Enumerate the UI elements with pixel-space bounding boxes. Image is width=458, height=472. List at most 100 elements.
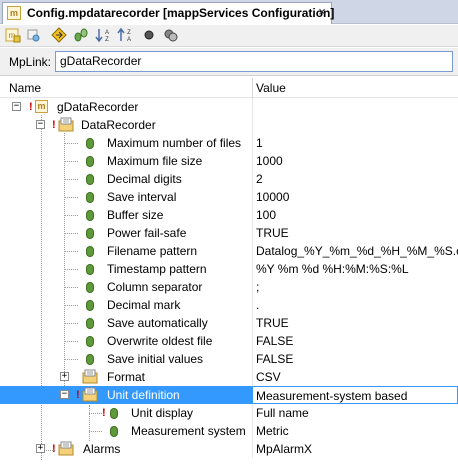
parameter-icon bbox=[86, 336, 94, 347]
value-text: 1 bbox=[256, 136, 263, 150]
column-header-value[interactable]: Value bbox=[256, 81, 286, 95]
value-text: Measurement-system based bbox=[256, 389, 408, 403]
value-text: 2 bbox=[256, 172, 263, 186]
tree-item-label: Decimal digits bbox=[107, 172, 182, 186]
value-cell[interactable]: TRUE bbox=[252, 224, 458, 242]
refresh-icon[interactable] bbox=[162, 27, 180, 45]
tree-line bbox=[64, 359, 78, 360]
column-divider[interactable] bbox=[252, 78, 253, 98]
parameter-icon bbox=[86, 174, 94, 185]
value-cell[interactable]: MpAlarmX bbox=[252, 440, 458, 458]
tree-item-label: Format bbox=[107, 370, 146, 384]
tree-row-param[interactable]: Decimal digits 2 bbox=[0, 170, 458, 188]
value-cell[interactable]: . bbox=[252, 296, 458, 314]
parameter-group-icon bbox=[58, 117, 74, 132]
tab-bar: m Config.mpdatarecorder [mappServices Co… bbox=[0, 0, 458, 24]
tree-item-label: Save initial values bbox=[107, 352, 204, 366]
value-cell[interactable]: CSV bbox=[252, 368, 458, 386]
tree-item-label: Unit display bbox=[131, 406, 194, 420]
tree-item-label: Unit definition bbox=[107, 388, 180, 402]
value-cell[interactable]: %Y %m %d %H:%M:%S:%L bbox=[252, 260, 458, 278]
parameter-icon bbox=[86, 138, 94, 149]
value-cell[interactable]: TRUE bbox=[252, 314, 458, 332]
tree-line bbox=[64, 233, 78, 234]
value-cell[interactable]: 1 bbox=[252, 134, 458, 152]
tree-row-param[interactable]: Measurement system Metric bbox=[0, 422, 458, 440]
tree-row-format[interactable]: + Format CSV bbox=[0, 368, 458, 386]
tree-item-label: Maximum file size bbox=[107, 154, 203, 168]
value-text: 10000 bbox=[256, 190, 290, 204]
config-icon[interactable]: m bbox=[4, 27, 22, 45]
parameter-group-icon bbox=[82, 387, 98, 402]
required-marker: ! bbox=[29, 101, 33, 113]
value-text: FALSE bbox=[256, 352, 294, 366]
sort-ascending-icon[interactable]: ZA bbox=[116, 27, 134, 45]
tree-item-label: Alarms bbox=[83, 442, 121, 456]
tree-row-param[interactable]: Timestamp pattern %Y %m %d %H:%M:%S:%L bbox=[0, 260, 458, 278]
expand-icon[interactable]: + bbox=[36, 444, 45, 453]
tree-row-datarecorder[interactable]: − ! DataRecorder bbox=[0, 116, 458, 134]
value-cell[interactable] bbox=[252, 98, 458, 116]
mplink-row: MpLink: gDataRecorder bbox=[0, 48, 458, 76]
properties-icon[interactable] bbox=[24, 27, 42, 45]
sort-descending-icon[interactable]: AZ bbox=[94, 27, 112, 45]
value-cell[interactable]: Metric bbox=[252, 422, 458, 440]
navigate-icon[interactable] bbox=[50, 27, 68, 45]
value-cell[interactable]: Datalog_%Y_%m_%d_%H_%M_%S.csv bbox=[252, 242, 458, 260]
value-cell[interactable]: 100 bbox=[252, 206, 458, 224]
tree-row-root[interactable]: − ! m gDataRecorder bbox=[0, 98, 458, 116]
tree-item-label: gDataRecorder bbox=[57, 100, 139, 114]
tree-line bbox=[64, 287, 78, 288]
tab-config-mpdatarecorder[interactable]: m Config.mpdatarecorder [mappServices Co… bbox=[2, 2, 334, 24]
expand-icon[interactable]: + bbox=[60, 372, 69, 381]
value-cell[interactable]: 2 bbox=[252, 170, 458, 188]
tree-row-param[interactable]: ! Unit display Full name bbox=[0, 404, 458, 422]
tree-row-unit-definition[interactable]: − ! Unit definition Measurement-system b… bbox=[0, 386, 458, 404]
value-cell[interactable]: 1000 bbox=[252, 152, 458, 170]
collapse-icon[interactable]: − bbox=[12, 102, 21, 111]
value-cell[interactable]: FALSE bbox=[252, 332, 458, 350]
value-cell[interactable]: 10000 bbox=[252, 188, 458, 206]
tree-row-param[interactable]: Decimal mark . bbox=[0, 296, 458, 314]
tree-item-label: Timestamp pattern bbox=[107, 262, 207, 276]
value-cell[interactable] bbox=[252, 116, 458, 134]
tree-row-param[interactable]: Buffer size 100 bbox=[0, 206, 458, 224]
record-icon[interactable] bbox=[140, 27, 158, 45]
parameter-icon bbox=[86, 210, 94, 221]
close-icon[interactable]: × bbox=[315, 5, 329, 19]
tree-row-param[interactable]: Power fail-safe TRUE bbox=[0, 224, 458, 242]
tree-row-param[interactable]: Save initial values FALSE bbox=[0, 350, 458, 368]
tree-row-param[interactable]: Overwrite oldest file FALSE bbox=[0, 332, 458, 350]
tree-item-label: Overwrite oldest file bbox=[107, 334, 213, 348]
tree-item-label: Column separator bbox=[107, 280, 203, 294]
tree-row-param[interactable]: Maximum file size 1000 bbox=[0, 152, 458, 170]
tree-row-param[interactable]: Filename pattern Datalog_%Y_%m_%d_%H_%M_… bbox=[0, 242, 458, 260]
tree-line bbox=[64, 323, 78, 324]
value-cell[interactable]: FALSE bbox=[252, 350, 458, 368]
required-marker: ! bbox=[102, 407, 106, 419]
tree-row-param[interactable]: Save automatically TRUE bbox=[0, 314, 458, 332]
value-text: Metric bbox=[256, 424, 289, 438]
parameter-icon bbox=[86, 192, 94, 203]
collapse-icon[interactable]: − bbox=[36, 120, 45, 129]
parameter-group-icon bbox=[82, 369, 98, 384]
tree-row-param[interactable]: Column separator ; bbox=[0, 278, 458, 296]
tree-row-alarms[interactable]: + ! Alarms MpAlarmX bbox=[0, 440, 458, 458]
link-icon[interactable] bbox=[72, 27, 90, 45]
tree-line bbox=[89, 431, 102, 432]
column-header-name[interactable]: Name bbox=[9, 81, 41, 95]
tree-row-param[interactable]: Save interval 10000 bbox=[0, 188, 458, 206]
collapse-icon[interactable]: − bbox=[60, 390, 69, 399]
value-cell[interactable]: ; bbox=[252, 278, 458, 296]
svg-text:Z: Z bbox=[105, 37, 109, 43]
value-cell[interactable]: Full name bbox=[252, 404, 458, 422]
tree-row-param[interactable]: Maximum number of files 1 bbox=[0, 134, 458, 152]
mplink-input[interactable]: gDataRecorder bbox=[55, 51, 453, 72]
property-tree: − ! m gDataRecorder − ! DataRecorder Max… bbox=[0, 98, 458, 472]
parameter-icon bbox=[110, 408, 118, 419]
column-header: Name Value bbox=[0, 78, 458, 98]
tree-line bbox=[64, 251, 78, 252]
tree-item-label: Save interval bbox=[107, 190, 177, 204]
value-cell[interactable]: Measurement-system based bbox=[252, 386, 458, 404]
parameter-icon bbox=[86, 156, 94, 167]
